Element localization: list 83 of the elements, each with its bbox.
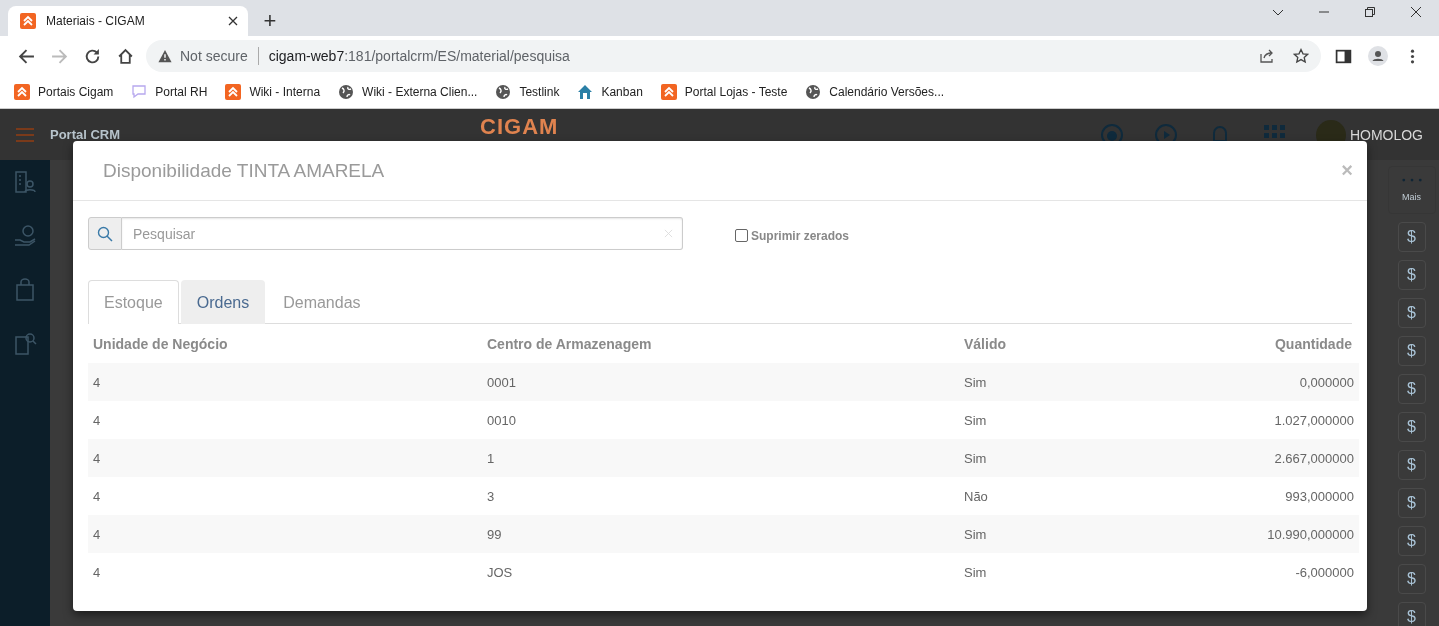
bookmark[interactable]: Testlink (495, 84, 560, 100)
column-header: Quantidade (1098, 324, 1359, 363)
table-cell: 1.027,000000 (1098, 401, 1359, 439)
table-cell: 0010 (482, 401, 959, 439)
table-cell: 0,000000 (1098, 363, 1359, 401)
home-icon[interactable] (117, 47, 134, 65)
globe-icon (805, 84, 822, 100)
price-button[interactable]: $ (1397, 374, 1426, 404)
profile-icon[interactable] (1368, 46, 1388, 66)
side-panel-icon[interactable] (1335, 47, 1352, 65)
price-button[interactable]: $ (1397, 564, 1426, 594)
more-button[interactable]: Mais (1387, 166, 1436, 214)
bookmark[interactable]: Portal Lojas - Teste (660, 84, 788, 100)
table-cell: 10.990,000000 (1098, 515, 1359, 553)
warning-icon (158, 49, 172, 63)
table-cell: Sim (959, 553, 1099, 591)
globe-icon (495, 84, 512, 100)
table-cell: 4 (88, 439, 482, 477)
cigam-logo-icon (20, 13, 36, 29)
price-button[interactable]: $ (1397, 602, 1426, 626)
cigam-logo-icon (14, 84, 30, 100)
table-cell: 4 (88, 515, 482, 553)
bookmark[interactable]: Portais Cigam (14, 84, 114, 100)
restore-icon[interactable] (1364, 6, 1376, 18)
table-cell: JOS (482, 553, 959, 591)
star-icon[interactable] (1293, 48, 1309, 64)
table-cell: 2.667,000000 (1098, 439, 1359, 477)
tab-title: Materiais - CIGAM (46, 14, 146, 28)
table-cell: Sim (959, 401, 1099, 439)
new-tab-button[interactable]: + (254, 6, 286, 36)
house-icon (577, 84, 594, 100)
column-header: Unidade de Negócio (88, 324, 482, 363)
price-button[interactable]: $ (1397, 412, 1426, 442)
table-cell: 4 (88, 401, 482, 439)
table-cell: 3 (482, 477, 959, 515)
table-cell: Sim (959, 515, 1099, 553)
price-button[interactable]: $ (1397, 222, 1426, 252)
address-bar[interactable]: Not secure cigam-web7:181/portalcrm/ES/material/pesquisa (146, 40, 1321, 72)
table-cell: Sim (959, 363, 1099, 401)
chat-bubble-icon (131, 84, 148, 100)
bookmark[interactable]: Calendário Versões... (805, 84, 945, 100)
table-cell: 1 (482, 439, 959, 477)
bookmark[interactable]: Wiki - Interna (225, 84, 321, 100)
close-icon[interactable] (1410, 6, 1422, 18)
table-cell: -6,000000 (1098, 553, 1359, 591)
browser-tab[interactable]: Materiais - CIGAM (8, 6, 248, 36)
price-button[interactable]: $ (1397, 526, 1426, 556)
reload-icon[interactable] (84, 47, 101, 65)
table-cell: 99 (482, 515, 959, 553)
table-cell: 0001 (482, 363, 959, 401)
logo: CIGAM (480, 113, 559, 140)
globe-icon (338, 84, 355, 100)
dialog-title: Disponibilidade TINTA AMARELA (103, 159, 386, 182)
app-title: Portal CRM (50, 127, 121, 142)
table-cell: Sim (959, 439, 1099, 477)
cigam-logo-icon (225, 84, 242, 100)
share-icon[interactable] (1259, 48, 1275, 64)
bookmark[interactable]: Wiki - Externa Clien... (338, 84, 478, 100)
table-cell: 993,000000 (1098, 477, 1359, 515)
bookmark[interactable]: Kanban (577, 84, 643, 100)
security-label: Not secure (180, 48, 248, 64)
bookmark[interactable]: Portal RH (131, 84, 208, 100)
table-cell: 4 (88, 477, 482, 515)
price-button[interactable]: $ (1397, 450, 1426, 480)
user-name[interactable]: HOMOLOG (1349, 126, 1423, 143)
cigam-logo-icon (660, 84, 677, 100)
price-button[interactable]: $ (1397, 260, 1426, 290)
table-cell: Não (959, 477, 1099, 515)
close-icon[interactable] (228, 16, 238, 26)
search-field[interactable]: Pesquisar (122, 217, 683, 250)
column-header: Válido (959, 324, 1099, 363)
tab[interactable]: Ordens (180, 280, 266, 324)
url-text: cigam-web7:181/portalcrm/ES/material/pesquisa (268, 48, 570, 64)
column-header: Centro de Armazenagem (482, 324, 959, 363)
price-button[interactable]: $ (1397, 336, 1426, 366)
checkbox[interactable] (735, 229, 748, 242)
table-cell: 4 (88, 553, 482, 591)
search-icon (97, 225, 113, 242)
price-button[interactable]: $ (1397, 488, 1426, 518)
table-cell: 4 (88, 363, 482, 401)
back-arrow-icon[interactable] (18, 47, 35, 65)
price-button[interactable]: $ (1397, 298, 1426, 328)
checkbox-label: Suprimir zerados (751, 228, 850, 243)
